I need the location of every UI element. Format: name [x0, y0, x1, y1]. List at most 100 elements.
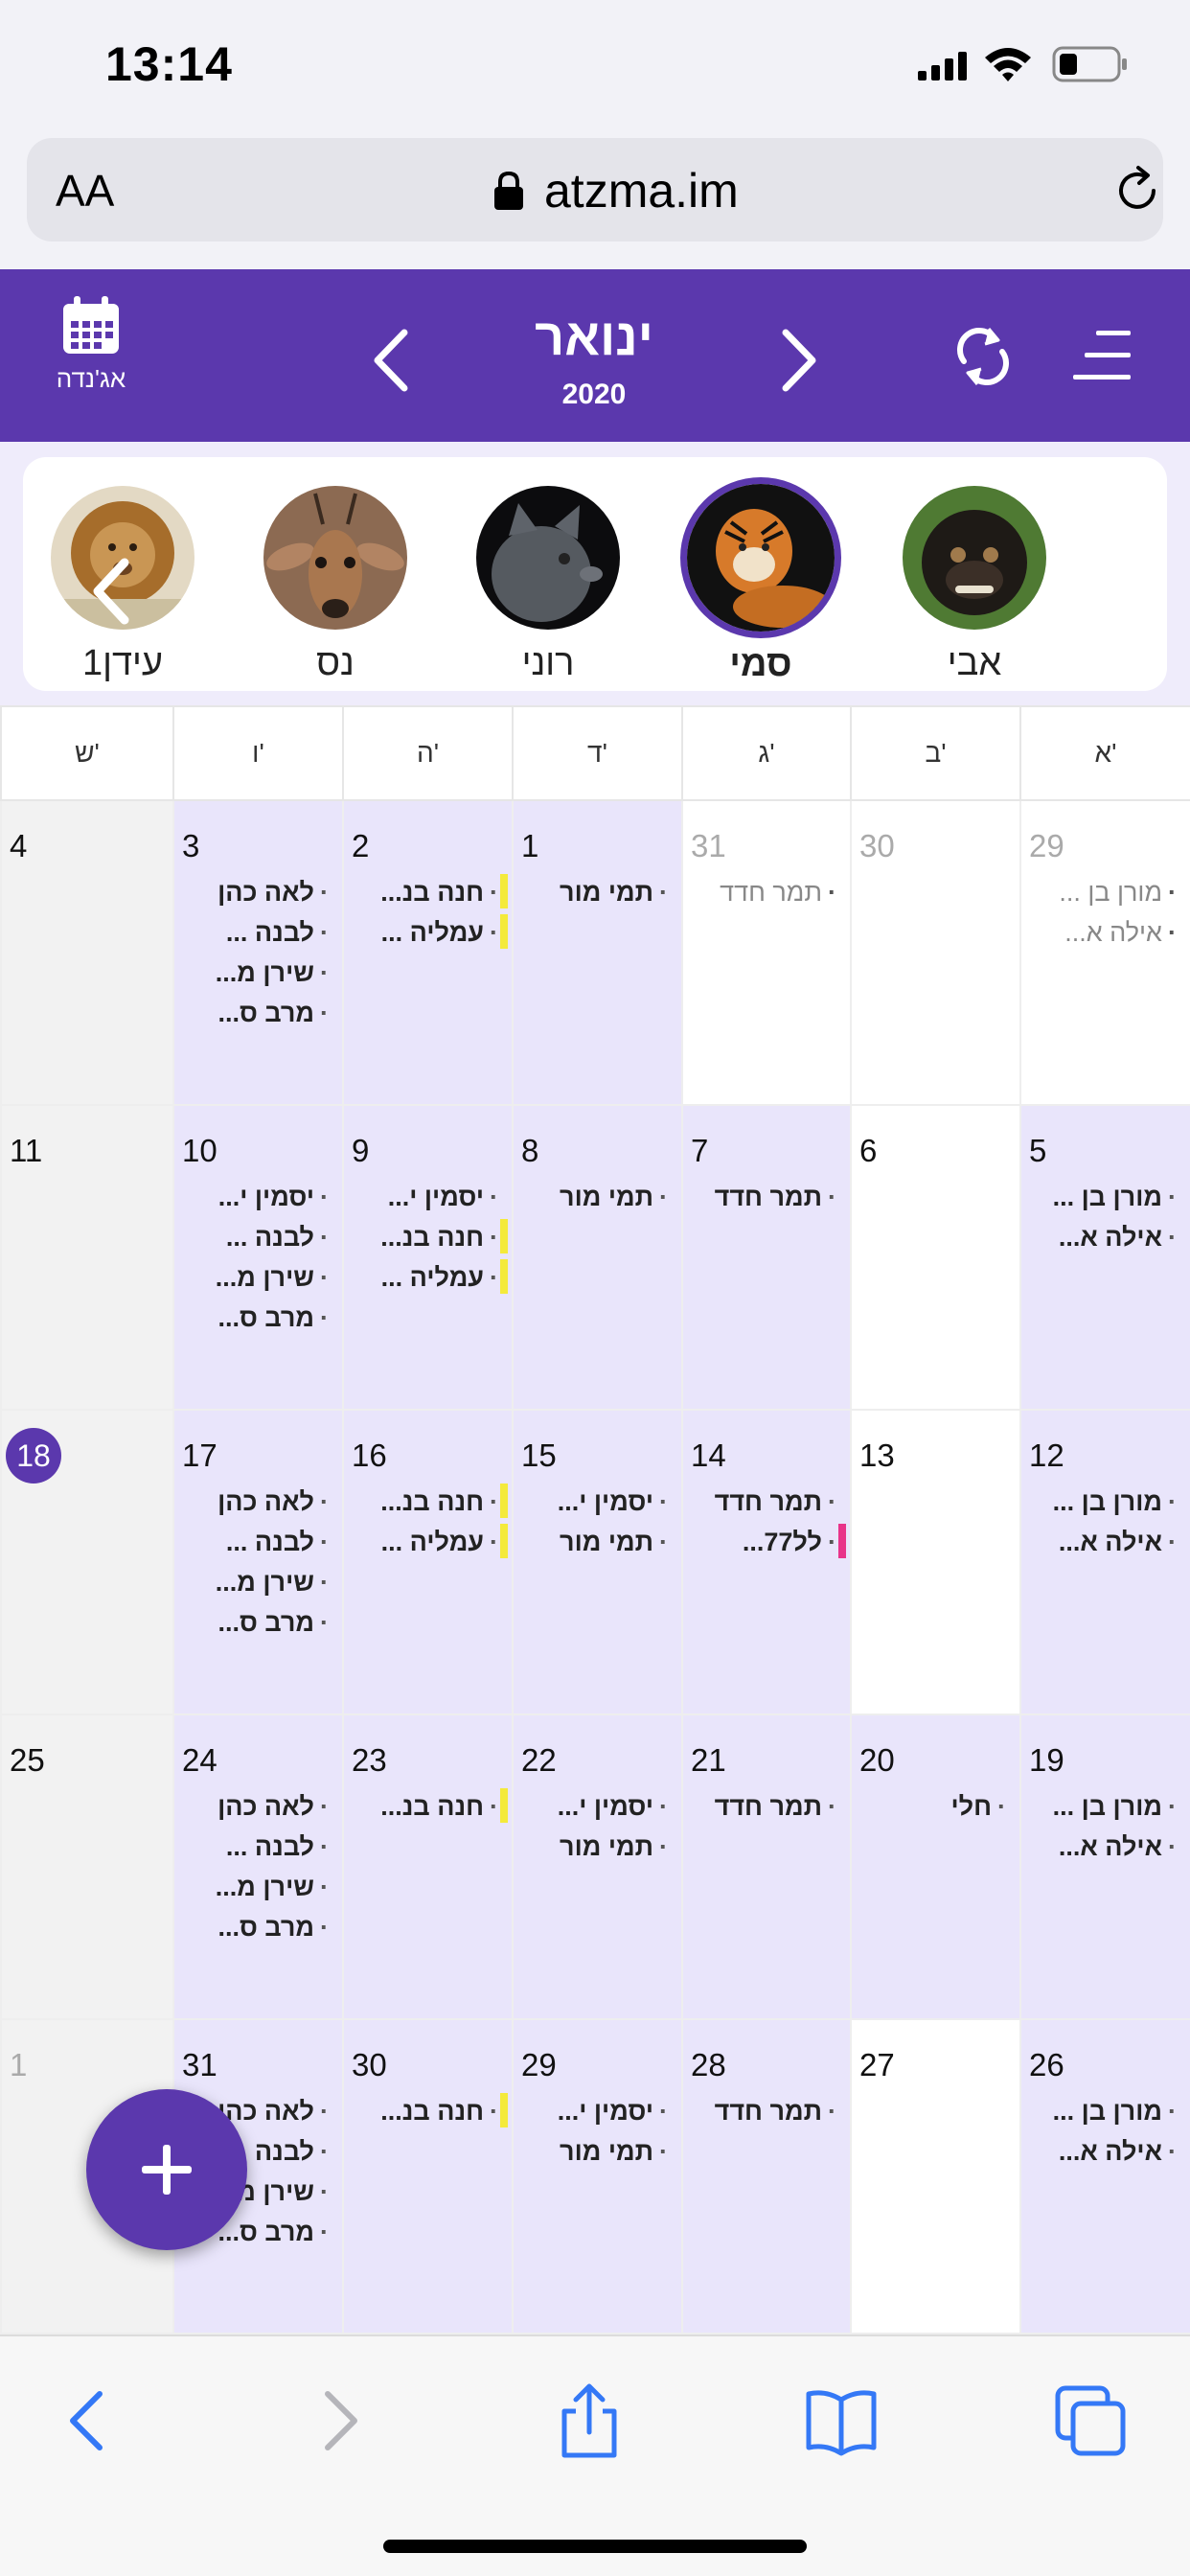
- event-item[interactable]: ·אילה א...: [1059, 1832, 1177, 1862]
- event-item[interactable]: ·יסמין י...: [388, 1183, 498, 1212]
- sync-icon[interactable]: [954, 323, 1012, 390]
- event-item[interactable]: ·יסמין י...: [558, 1487, 668, 1517]
- profile-roni[interactable]: רוני: [452, 486, 644, 684]
- day-cell[interactable]: 16 ·חנה בנ... ·עמליה ...: [342, 1411, 512, 1715]
- event-item[interactable]: ·אילה א...: [1059, 1223, 1177, 1253]
- event-item[interactable]: ·תמי מור: [560, 878, 668, 908]
- url-text[interactable]: atzma.im: [544, 163, 739, 218]
- day-cell[interactable]: 10 ·יסמין י... ·לבנה ... ·שירן מ... ·מרב ס..…: [172, 1106, 342, 1411]
- text-size-button[interactable]: AA: [56, 165, 114, 217]
- event-item[interactable]: ·מורן בן ...: [1053, 2097, 1177, 2127]
- event-item[interactable]: ·שירן מ...: [216, 1568, 329, 1598]
- forward-icon[interactable]: [299, 2382, 376, 2459]
- event-item[interactable]: ·לאה כהן: [217, 2097, 329, 2127]
- event-item[interactable]: ·מורן בן ...: [1053, 1792, 1177, 1822]
- event-item[interactable]: ·מרב ס...: [218, 999, 330, 1028]
- event-item[interactable]: ·לבנה ...: [226, 1832, 329, 1862]
- day-cell[interactable]: 18: [0, 1411, 172, 1715]
- event-item[interactable]: ·חנה בנ...: [380, 1223, 498, 1253]
- day-cell[interactable]: 17 ·לאה כהן ·לבנה ... ·שירן מ... ·מרב ס...: [172, 1411, 342, 1715]
- event-item[interactable]: ·עמליה ...: [381, 1263, 498, 1293]
- event-item[interactable]: ·תמר חדד: [715, 1792, 836, 1822]
- share-icon[interactable]: [551, 2382, 628, 2459]
- event-item[interactable]: ·מרב ס...: [218, 1913, 330, 1943]
- event-item[interactable]: ·מרב ס...: [218, 1608, 330, 1638]
- event-item[interactable]: ·שירן מ...: [216, 958, 329, 988]
- event-item[interactable]: ·תמי מור: [560, 1528, 668, 1557]
- day-cell[interactable]: 28 ·תמר חדד: [681, 2020, 850, 2334]
- day-cell[interactable]: 4: [0, 801, 172, 1106]
- event-item[interactable]: ·מרב ס...: [218, 1303, 330, 1333]
- address-bar[interactable]: AA atzma.im: [27, 138, 1163, 242]
- event-item[interactable]: ·תמר חדד: [720, 878, 836, 908]
- day-cell[interactable]: 19 ·מורן בן ... ·אילה א...: [1019, 1715, 1190, 2020]
- event-item[interactable]: ·עמליה ...: [381, 1528, 498, 1557]
- profile-sami[interactable]: סמי: [665, 477, 857, 685]
- event-item[interactable]: ·לבנה ...: [226, 1528, 329, 1557]
- event-item[interactable]: ·לבנה ...: [226, 1223, 329, 1253]
- event-item[interactable]: ·תמר חדד: [715, 1487, 836, 1517]
- day-cell[interactable]: 1 ·תמי מור: [512, 801, 681, 1106]
- event-item[interactable]: ·חנה בנ...: [380, 878, 498, 908]
- event-item[interactable]: ·מורן בן ...: [1053, 1183, 1177, 1212]
- day-cell[interactable]: 9 ·יסמין י... ·חנה בנ... ·עמליה ...: [342, 1106, 512, 1411]
- day-cell[interactable]: 20 ·חלי: [850, 1715, 1019, 2020]
- day-cell[interactable]: 11: [0, 1106, 172, 1411]
- back-icon[interactable]: [52, 2382, 128, 2459]
- day-cell[interactable]: 6: [850, 1106, 1019, 1411]
- event-item[interactable]: ·אילה א...: [1064, 918, 1177, 948]
- agenda-button[interactable]: אג'נדה: [38, 294, 144, 394]
- chevron-right-icon[interactable]: [774, 327, 822, 394]
- chevron-left-icon[interactable]: [82, 553, 140, 630]
- day-cell[interactable]: 22 ·יסמין י... ·תמי מור: [512, 1715, 681, 2020]
- tabs-icon[interactable]: [1052, 2382, 1129, 2459]
- event-item[interactable]: ·חנה בנ...: [380, 1487, 498, 1517]
- day-cell[interactable]: 5 ·מורן בן ... ·אילה א...: [1019, 1106, 1190, 1411]
- day-cell[interactable]: 7 ·תמר חדד: [681, 1106, 850, 1411]
- event-item[interactable]: ·יסמין י...: [558, 1792, 668, 1822]
- day-cell[interactable]: 29 ·יסמין י... ·תמי מור: [512, 2020, 681, 2334]
- day-cell[interactable]: 24 ·לאה כהן ·לבנה ... ·שירן מ... ·מרב ס...: [172, 1715, 342, 2020]
- day-cell[interactable]: 30: [850, 801, 1019, 1106]
- event-item[interactable]: ·יסמין י...: [558, 2097, 668, 2127]
- day-cell[interactable]: 25: [0, 1715, 172, 2020]
- event-item[interactable]: ·תמר חדד: [715, 1183, 836, 1212]
- event-item[interactable]: ·עמליה ...: [381, 918, 498, 948]
- event-item[interactable]: ·חנה בנ...: [380, 1792, 498, 1822]
- day-cell[interactable]: 3 ·לאה כהן ·לבנה ... ·שירן מ... ·מרב ס...: [172, 801, 342, 1106]
- event-item[interactable]: ·תמי מור: [560, 2137, 668, 2167]
- day-cell[interactable]: 12 ·מורן בן ... ·אילה א...: [1019, 1411, 1190, 1715]
- event-item[interactable]: ·לאה כהן: [217, 1487, 329, 1517]
- event-item[interactable]: ·אילה א...: [1059, 2137, 1177, 2167]
- event-item[interactable]: ·תמר חדד: [715, 2097, 836, 2127]
- event-item[interactable]: ·מורן בן ...: [1053, 1487, 1177, 1517]
- event-item[interactable]: ·שירן מ...: [216, 1263, 329, 1293]
- day-cell[interactable]: 21 ·תמר חדד: [681, 1715, 850, 2020]
- event-item[interactable]: ·אילה א...: [1059, 1528, 1177, 1557]
- day-cell[interactable]: 2 ·חנה בנ... ·עמליה ...: [342, 801, 512, 1106]
- profile-nes[interactable]: נס: [240, 486, 431, 684]
- event-item[interactable]: ·לאה כהן: [217, 1792, 329, 1822]
- event-item[interactable]: ·יסמין י...: [218, 1183, 329, 1212]
- event-item[interactable]: ·חנה בנ...: [380, 2097, 498, 2127]
- day-cell[interactable]: 8 ·תמי מור: [512, 1106, 681, 1411]
- menu-icon[interactable]: [1071, 327, 1133, 384]
- event-item[interactable]: ·תמי מור: [560, 1832, 668, 1862]
- event-item[interactable]: ·לבנה ...: [226, 918, 329, 948]
- profile-avi[interactable]: אבי: [879, 486, 1070, 684]
- day-cell[interactable]: 26 ·מורן בן ... ·אילה א...: [1019, 2020, 1190, 2334]
- day-cell[interactable]: 27: [850, 2020, 1019, 2334]
- event-item[interactable]: ·חלי: [951, 1792, 1007, 1822]
- event-item[interactable]: ·תמי מור: [560, 1183, 668, 1212]
- event-item[interactable]: ·שירן מ...: [216, 1873, 329, 1902]
- event-item[interactable]: ·לאה כהן: [217, 878, 329, 908]
- event-item[interactable]: ·מורן בן ...: [1059, 878, 1177, 908]
- day-cell[interactable]: 30 ·חנה בנ...: [342, 2020, 512, 2334]
- reload-icon[interactable]: [1111, 165, 1163, 217]
- day-cell[interactable]: 13: [850, 1411, 1019, 1715]
- day-cell[interactable]: 14 ·תמר חדד ·לל77...: [681, 1411, 850, 1715]
- chevron-left-icon[interactable]: [368, 327, 416, 394]
- day-cell[interactable]: 15 ·יסמין י... ·תמי מור: [512, 1411, 681, 1715]
- day-cell[interactable]: 23 ·חנה בנ...: [342, 1715, 512, 2020]
- add-event-button[interactable]: [86, 2089, 247, 2250]
